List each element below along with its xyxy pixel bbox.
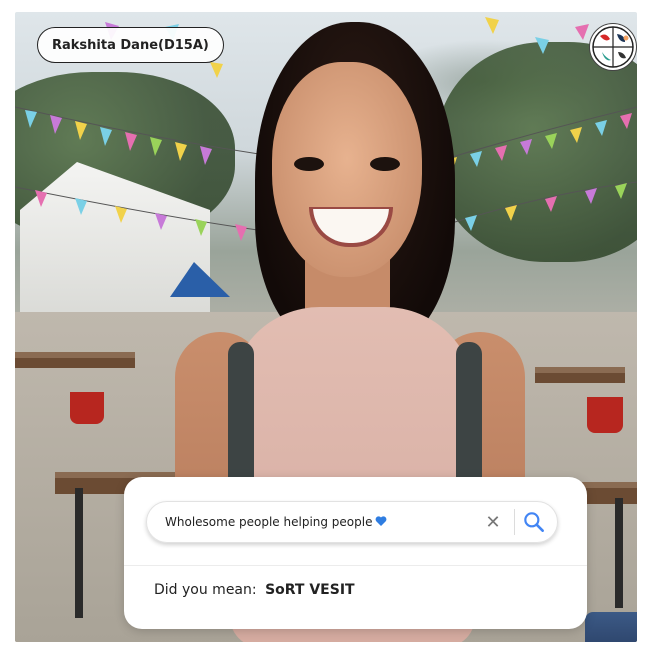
club-logo-icon [589, 23, 637, 71]
flower-pot [587, 397, 623, 433]
bench-leg [75, 488, 83, 618]
search-divider [514, 509, 515, 535]
bench-table-far-left [15, 352, 135, 368]
did-you-mean-suggestion[interactable]: SoRT VESIT [265, 582, 355, 598]
blue-heart-icon [375, 516, 386, 526]
search-query-label: Wholesome people helping people [165, 515, 373, 529]
search-query-text[interactable]: Wholesome people helping people [165, 515, 482, 529]
smile [309, 207, 393, 247]
did-you-mean-line: Did you mean: SoRT VESIT [154, 582, 355, 598]
right-eye [370, 157, 400, 171]
search-card: Wholesome people helping people ✕ Did yo… [124, 477, 587, 629]
card-divider [124, 565, 587, 566]
search-box[interactable]: Wholesome people helping people ✕ [146, 501, 558, 543]
club-logo-graphic [592, 26, 634, 68]
flower-pot [70, 392, 104, 424]
search-icon[interactable] [521, 509, 547, 535]
name-badge-label: Rakshita Dane(D15A) [52, 37, 209, 53]
bench-table-far-right [535, 367, 625, 383]
face [272, 62, 422, 277]
name-badge: Rakshita Dane(D15A) [37, 27, 224, 63]
jeans [585, 612, 637, 642]
bunting-row-4 [454, 181, 637, 231]
left-eye [294, 157, 324, 171]
close-icon[interactable]: ✕ [482, 511, 504, 533]
bench-leg [615, 498, 623, 608]
did-you-mean-prefix: Did you mean: [154, 582, 257, 598]
